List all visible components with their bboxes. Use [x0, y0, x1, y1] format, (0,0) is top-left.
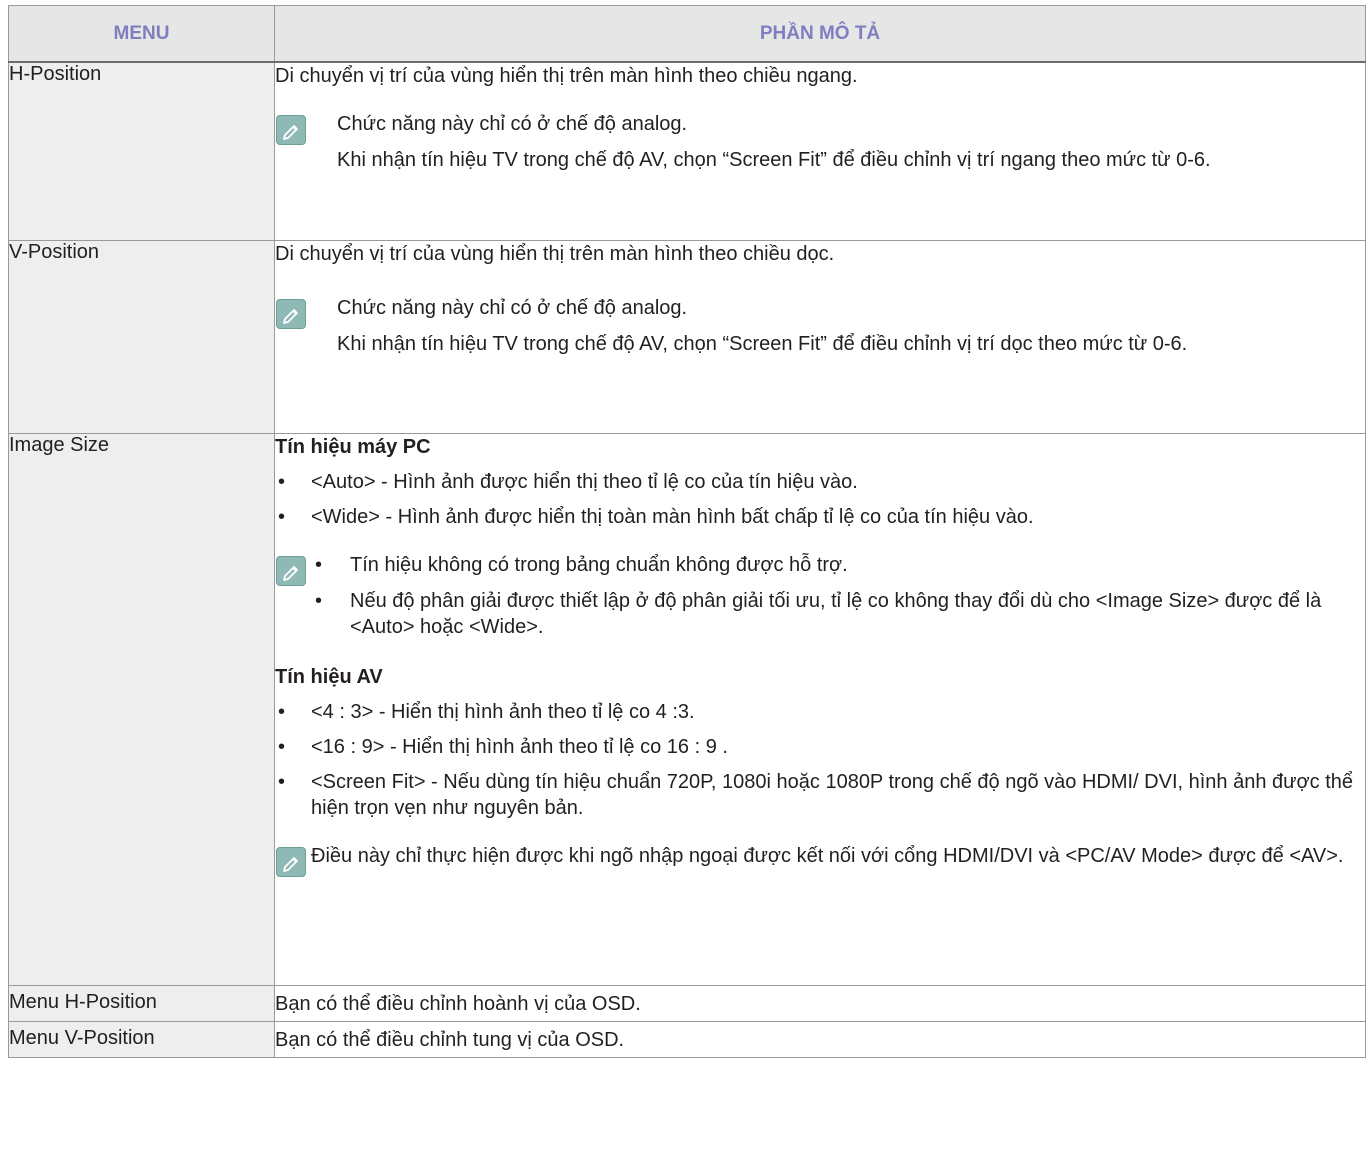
- list-item: • Tín hiệu không có trong bảng chuẩn khô…: [313, 552, 1365, 578]
- list-item: • Nếu độ phân giải được thiết lập ở độ p…: [313, 588, 1365, 640]
- menu-name-v-position: V-Position: [8, 239, 275, 434]
- table-row: H-Position Di chuyển vị trí của vùng hiể…: [8, 61, 1366, 241]
- note-line: Chức năng này chỉ có ở chế độ analog.: [337, 113, 688, 135]
- bullet-dot: •: [278, 470, 286, 493]
- note-pencil-icon: [276, 555, 306, 586]
- bullet-dot: •: [278, 735, 286, 758]
- table-row: V-Position Di chuyển vị trí của vùng hiể…: [8, 239, 1366, 434]
- note-pencil-icon: [276, 298, 306, 329]
- bullet-dot: •: [278, 770, 286, 793]
- list-item-text: <Wide> - Hình ảnh được hiển thị toàn màn…: [311, 505, 1034, 528]
- list-item-text: <Screen Fit> - Nếu dùng tín hiệu chuẩn 7…: [311, 770, 1354, 819]
- description-text: Di chuyển vị trí của vùng hiển thị trên …: [275, 65, 858, 87]
- pc-signal-heading: Tín hiệu máy PC: [275, 435, 431, 458]
- menu-name-h-position: H-Position: [8, 61, 275, 241]
- menu-name-menu-h-position: Menu H-Position: [8, 984, 275, 1022]
- description-image-size: Tín hiệu máy PC • <Auto> - Hình ảnh được…: [274, 432, 1366, 986]
- bullet-dot: •: [315, 589, 323, 612]
- table-row: Menu V-Position Bạn có thể điều chỉnh tu…: [8, 1020, 1366, 1058]
- menu-name-menu-v-position: Menu V-Position: [8, 1020, 275, 1058]
- table-row: Menu H-Position Bạn có thể điều chỉnh ho…: [8, 984, 1366, 1022]
- note-block: • Tín hiệu không có trong bảng chuẩn khô…: [275, 552, 1365, 640]
- list-item-text: Nếu độ phân giải được thiết lập ở độ phâ…: [350, 589, 1322, 638]
- list-item: • <Auto> - Hình ảnh được hiển thị theo t…: [275, 469, 1365, 495]
- table-row: Image Size Tín hiệu máy PC • <Auto> - Hì…: [8, 432, 1366, 986]
- description-menu-h-position: Bạn có thể điều chỉnh hoành vị của OSD.: [274, 984, 1366, 1022]
- list-item-text: <16 : 9> - Hiển thị hình ảnh theo tỉ lệ …: [311, 735, 728, 758]
- description-text: Di chuyển vị trí của vùng hiển thị trên …: [275, 242, 835, 265]
- bullet-dot: •: [278, 700, 286, 723]
- av-signal-heading: Tín hiệu AV: [275, 665, 383, 688]
- bullet-dot: •: [315, 553, 323, 576]
- table-header-row: MENU PHẦN MÔ TẢ: [8, 5, 1366, 63]
- note-block: Chức năng này chỉ có ở chế độ analog. Kh…: [275, 295, 1365, 357]
- note-line: Điều này chỉ thực hiện được khi ngõ nhập…: [311, 844, 1344, 867]
- description-h-position: Di chuyển vị trí của vùng hiển thị trên …: [274, 61, 1366, 241]
- description-v-position: Di chuyển vị trí của vùng hiển thị trên …: [274, 239, 1366, 434]
- page: MENU PHẦN MÔ TẢ H-Position Di chuyển vị …: [0, 0, 1372, 1153]
- note-line: Chức năng này chỉ có ở chế độ analog.: [337, 296, 688, 319]
- list-item-text: <4 : 3> - Hiển thị hình ảnh theo tỉ lệ c…: [311, 700, 695, 723]
- menu-name-image-size: Image Size: [8, 432, 275, 986]
- note-pencil-icon: [276, 846, 306, 877]
- settings-table: MENU PHẦN MÔ TẢ H-Position Di chuyển vị …: [8, 5, 1366, 1058]
- note-block: Điều này chỉ thực hiện được khi ngõ nhập…: [275, 843, 1365, 877]
- description-menu-v-position: Bạn có thể điều chỉnh tung vị của OSD.: [274, 1020, 1366, 1058]
- list-item: • <4 : 3> - Hiển thị hình ảnh theo tỉ lệ…: [275, 699, 1365, 725]
- bullet-dot: •: [278, 505, 286, 528]
- note-line: Khi nhận tín hiệu TV trong chế độ AV, ch…: [337, 332, 1188, 355]
- list-item: • <16 : 9> - Hiển thị hình ảnh theo tỉ l…: [275, 734, 1365, 760]
- note-line: Khi nhận tín hiệu TV trong chế độ AV, ch…: [337, 149, 1211, 171]
- note-pencil-icon: [276, 115, 306, 145]
- list-item: • <Screen Fit> - Nếu dùng tín hiệu chuẩn…: [275, 769, 1365, 821]
- list-item-text: <Auto> - Hình ảnh được hiển thị theo tỉ …: [311, 470, 858, 493]
- list-item-text: Tín hiệu không có trong bảng chuẩn không…: [350, 553, 848, 576]
- list-item: • <Wide> - Hình ảnh được hiển thị toàn m…: [275, 504, 1365, 530]
- header-menu: MENU: [8, 5, 275, 63]
- note-block: Chức năng này chỉ có ở chế độ analog. Kh…: [275, 111, 1365, 173]
- header-description: PHẦN MÔ TẢ: [274, 5, 1366, 63]
